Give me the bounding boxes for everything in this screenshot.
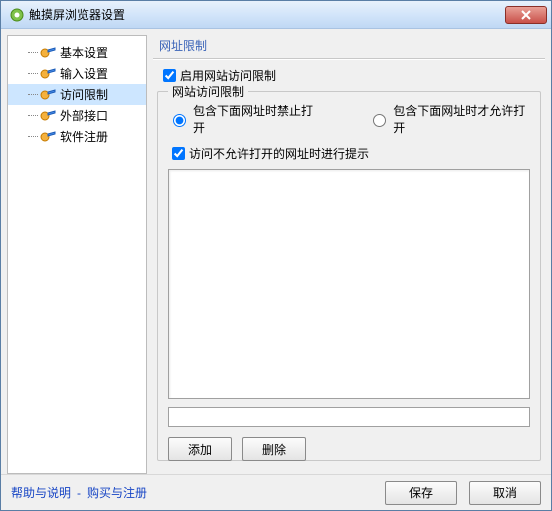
sidebar-item-input[interactable]: 输入设置: [8, 63, 146, 84]
radio-deny-input[interactable]: [173, 114, 186, 127]
panel-title: 网址限制: [153, 35, 545, 58]
prompt-label: 访问不允许打开的网址时进行提示: [189, 145, 369, 162]
link-separator: -: [77, 486, 81, 500]
close-button[interactable]: [505, 6, 547, 24]
sidebar-item-label: 软件注册: [60, 128, 108, 145]
radio-deny-label: 包含下面网址时禁止打开: [193, 102, 318, 136]
sidebar-item-register[interactable]: 软件注册: [8, 126, 146, 147]
gear-icon: [40, 130, 56, 144]
save-button[interactable]: 保存: [385, 481, 457, 505]
radio-allow-input[interactable]: [373, 114, 386, 127]
url-input[interactable]: [168, 407, 530, 427]
sidebar-item-basic[interactable]: 基本设置: [8, 42, 146, 63]
add-button[interactable]: 添加: [168, 437, 232, 461]
url-listbox[interactable]: [168, 169, 530, 399]
tree-connector: [28, 73, 38, 74]
titlebar: 触摸屏浏览器设置: [1, 1, 551, 29]
radio-allow[interactable]: 包含下面网址时才允许打开: [368, 102, 530, 136]
gear-icon: [40, 88, 56, 102]
sidebar-item-label: 输入设置: [60, 65, 108, 82]
close-icon: [521, 10, 531, 20]
window-title: 触摸屏浏览器设置: [29, 6, 505, 23]
tree-connector: [28, 52, 38, 53]
enable-restriction-label: 启用网站访问限制: [180, 67, 276, 84]
sidebar-item-access[interactable]: 访问限制: [8, 84, 146, 105]
sidebar-item-label: 基本设置: [60, 44, 108, 61]
app-icon: [9, 7, 25, 23]
tree-connector: [28, 94, 38, 95]
enable-restriction-checkbox[interactable]: [163, 69, 176, 82]
tree-connector: [28, 136, 38, 137]
mode-radio-row: 包含下面网址时禁止打开 包含下面网址时才允许打开: [168, 102, 530, 136]
help-link[interactable]: 帮助与说明: [11, 484, 71, 501]
gear-icon: [40, 67, 56, 81]
prompt-checkbox[interactable]: [172, 147, 185, 160]
sidebar-item-external[interactable]: 外部接口: [8, 105, 146, 126]
gear-icon: [40, 46, 56, 60]
restriction-groupbox: 网站访问限制 包含下面网址时禁止打开 包含下面网址时才允许打开 访问不允许打开的…: [157, 91, 541, 461]
gear-icon: [40, 109, 56, 123]
footer: 帮助与说明 - 购买与注册 保存 取消: [1, 474, 551, 510]
content-panel: 网址限制 启用网站访问限制 网站访问限制 包含下面网址时禁止打开 包含下面网址时…: [153, 35, 545, 474]
radio-deny[interactable]: 包含下面网址时禁止打开: [168, 102, 318, 136]
body: 基本设置 输入设置 访问限制 外部接口 软件注册: [1, 29, 551, 474]
sidebar-item-label: 访问限制: [60, 86, 108, 103]
tree-connector: [28, 115, 38, 116]
groupbox-legend: 网站访问限制: [168, 83, 248, 100]
radio-allow-label: 包含下面网址时才允许打开: [393, 102, 530, 136]
footer-links: 帮助与说明 - 购买与注册: [11, 484, 385, 501]
sidebar: 基本设置 输入设置 访问限制 外部接口 软件注册: [7, 35, 147, 474]
prompt-row[interactable]: 访问不允许打开的网址时进行提示: [168, 144, 530, 163]
list-buttons: 添加 删除: [168, 437, 530, 461]
divider: [153, 58, 545, 60]
settings-window: 触摸屏浏览器设置 基本设置 输入设置 访问限制: [0, 0, 552, 511]
delete-button[interactable]: 删除: [242, 437, 306, 461]
cancel-button[interactable]: 取消: [469, 481, 541, 505]
sidebar-item-label: 外部接口: [60, 107, 108, 124]
footer-buttons: 保存 取消: [385, 481, 541, 505]
buy-link[interactable]: 购买与注册: [87, 484, 147, 501]
